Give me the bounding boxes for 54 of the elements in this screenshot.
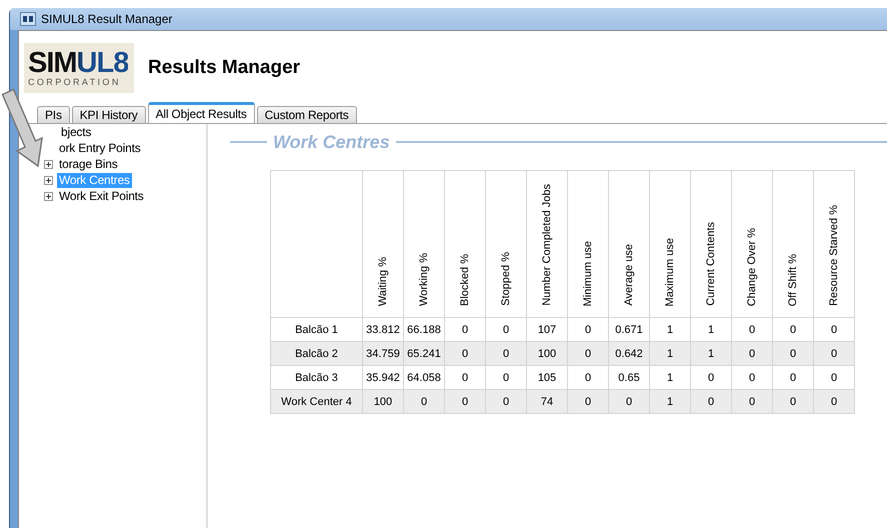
row-header: Work Center 4 [270, 390, 362, 414]
column-header: Blocked % [459, 254, 471, 306]
table-cell: 0 [608, 390, 650, 414]
logo-subtitle: CORPORATION [28, 76, 122, 88]
column-header: Maximum use [664, 238, 676, 306]
table-cell: 0 [814, 342, 854, 366]
tab[interactable]: All Object Results [148, 102, 255, 123]
tree-item[interactable]: Work Exit Points [57, 188, 146, 204]
expand-icon[interactable] [44, 192, 53, 200]
column-header: Waiting % [377, 256, 389, 306]
table-cell: 0 [486, 342, 526, 366]
table-cell: 0 [404, 390, 444, 414]
row-header: Balcão 2 [270, 342, 362, 366]
table-cell: 65.241 [404, 342, 444, 366]
tab[interactable]: KPI History [72, 106, 146, 123]
table-cell: 0 [568, 390, 608, 414]
app-title: Results Manager [148, 57, 300, 79]
column-header: Current Contents [705, 222, 717, 306]
table-cell: 1 [650, 342, 690, 366]
tab[interactable]: Custom Reports [256, 106, 357, 123]
column-header: Working % [418, 253, 430, 306]
expand-icon[interactable] [44, 176, 53, 184]
table-cell: 0 [772, 390, 814, 414]
table-cell: 0 [690, 390, 732, 414]
tree-item[interactable]: ork Entry Points [57, 140, 142, 156]
column-header: Number Completed Jobs [541, 184, 553, 306]
app-icon [20, 12, 36, 26]
table-cell: 0.642 [608, 342, 650, 366]
tab[interactable]: PIs [37, 106, 70, 123]
table-cell: 74 [526, 390, 568, 414]
table-cell: 1 [690, 342, 732, 366]
table-cell: 34.759 [362, 342, 404, 366]
table-cell: 0 [772, 342, 814, 366]
table-cell: 1 [650, 390, 690, 414]
table-cell: 0 [814, 390, 854, 414]
column-header: Minimum use [582, 240, 594, 306]
table-cell: 100 [362, 390, 404, 414]
column-header: Resource Starved % [828, 205, 840, 306]
table-cell: 0 [732, 390, 772, 414]
column-header: Average use [623, 244, 635, 306]
column-header: Stopped % [500, 252, 512, 306]
table-cell: 0 [486, 390, 526, 414]
table-cell: 0 [732, 342, 772, 366]
table-cell: 0 [444, 342, 486, 366]
column-header: Off Shift % [787, 254, 799, 306]
table-cell: 100 [526, 342, 568, 366]
tree-item[interactable]: torage Bins [57, 156, 120, 172]
tree-item[interactable]: bjects [59, 124, 94, 140]
table-cell: 0 [568, 342, 608, 366]
column-header: Change Over % [746, 228, 758, 306]
window-title: SIMUL8 Result Manager [41, 12, 172, 26]
section-title: Work Centres [273, 132, 390, 152]
table-cell: 0 [444, 390, 486, 414]
expand-icon[interactable] [44, 160, 53, 168]
